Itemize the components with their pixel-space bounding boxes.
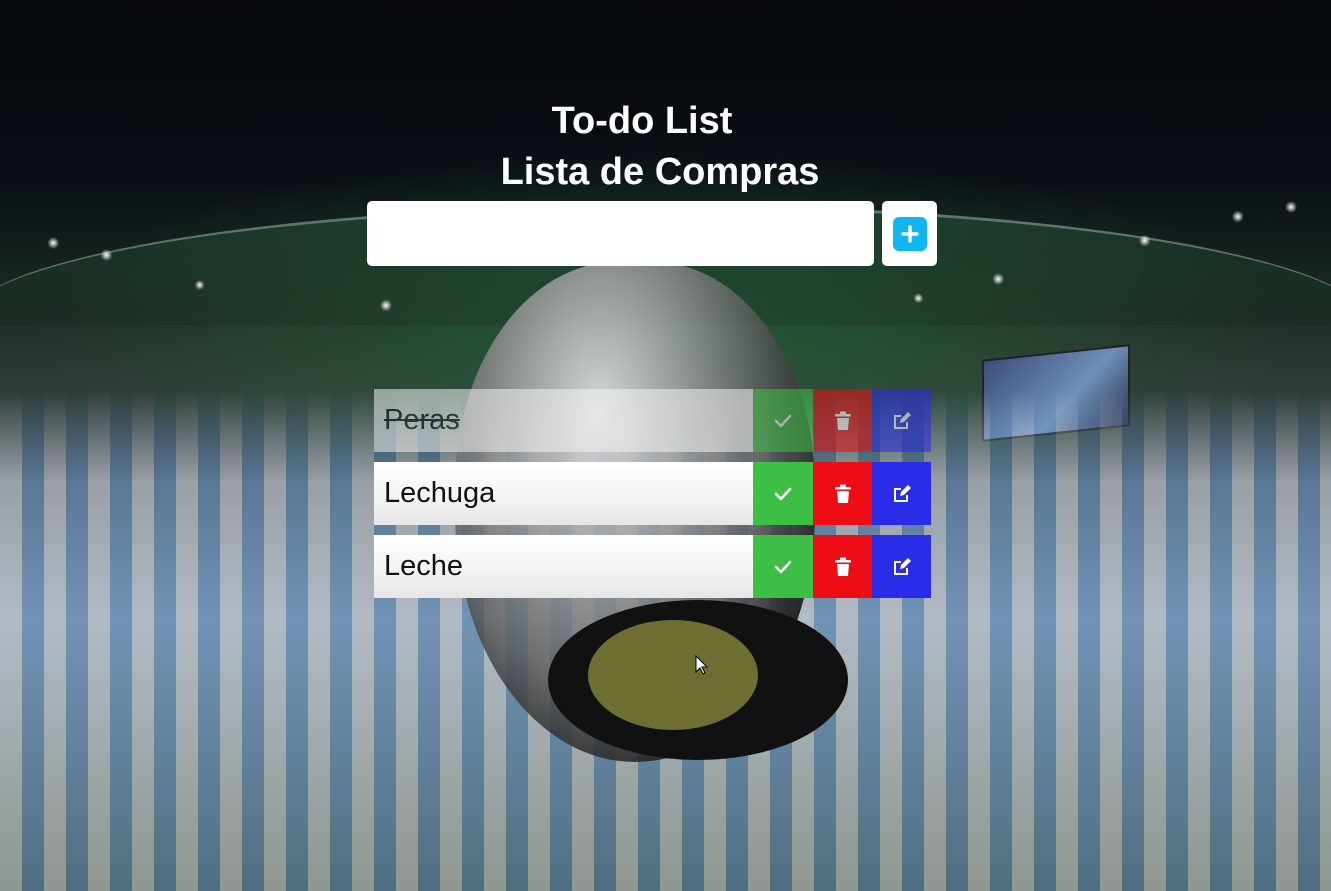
check-icon xyxy=(773,559,793,575)
plus-icon xyxy=(892,216,927,251)
edit-icon xyxy=(892,484,912,504)
complete-button[interactable] xyxy=(753,462,813,525)
edit-button[interactable] xyxy=(872,535,931,598)
trash-icon xyxy=(834,557,852,577)
todo-app: To-do List Lista de Compras Peras Lechug… xyxy=(0,0,1331,891)
edit-button[interactable] xyxy=(872,462,931,525)
item-label: Leche xyxy=(374,535,753,598)
add-item-form xyxy=(367,201,937,266)
delete-button[interactable] xyxy=(813,535,872,598)
edit-icon xyxy=(892,411,912,431)
list-item: Leche xyxy=(374,535,931,598)
complete-button[interactable] xyxy=(753,389,813,452)
page-title: To-do List xyxy=(551,100,733,142)
item-label: Peras xyxy=(374,389,753,452)
trash-icon xyxy=(834,411,852,431)
page-subtitle: Lista de Compras xyxy=(500,151,820,193)
check-icon xyxy=(773,413,793,429)
item-label: Lechuga xyxy=(374,462,753,525)
check-icon xyxy=(773,486,793,502)
edit-button[interactable] xyxy=(872,389,931,452)
complete-button[interactable] xyxy=(753,535,813,598)
delete-button[interactable] xyxy=(813,462,872,525)
mouse-cursor-icon xyxy=(695,654,709,680)
todo-list: Peras Lechuga Leche xyxy=(374,389,931,608)
list-item: Peras xyxy=(374,389,931,452)
edit-icon xyxy=(892,557,912,577)
delete-button[interactable] xyxy=(813,389,872,452)
new-item-input[interactable] xyxy=(367,201,874,266)
trash-icon xyxy=(834,484,852,504)
add-item-button[interactable] xyxy=(882,201,937,266)
list-item: Lechuga xyxy=(374,462,931,525)
